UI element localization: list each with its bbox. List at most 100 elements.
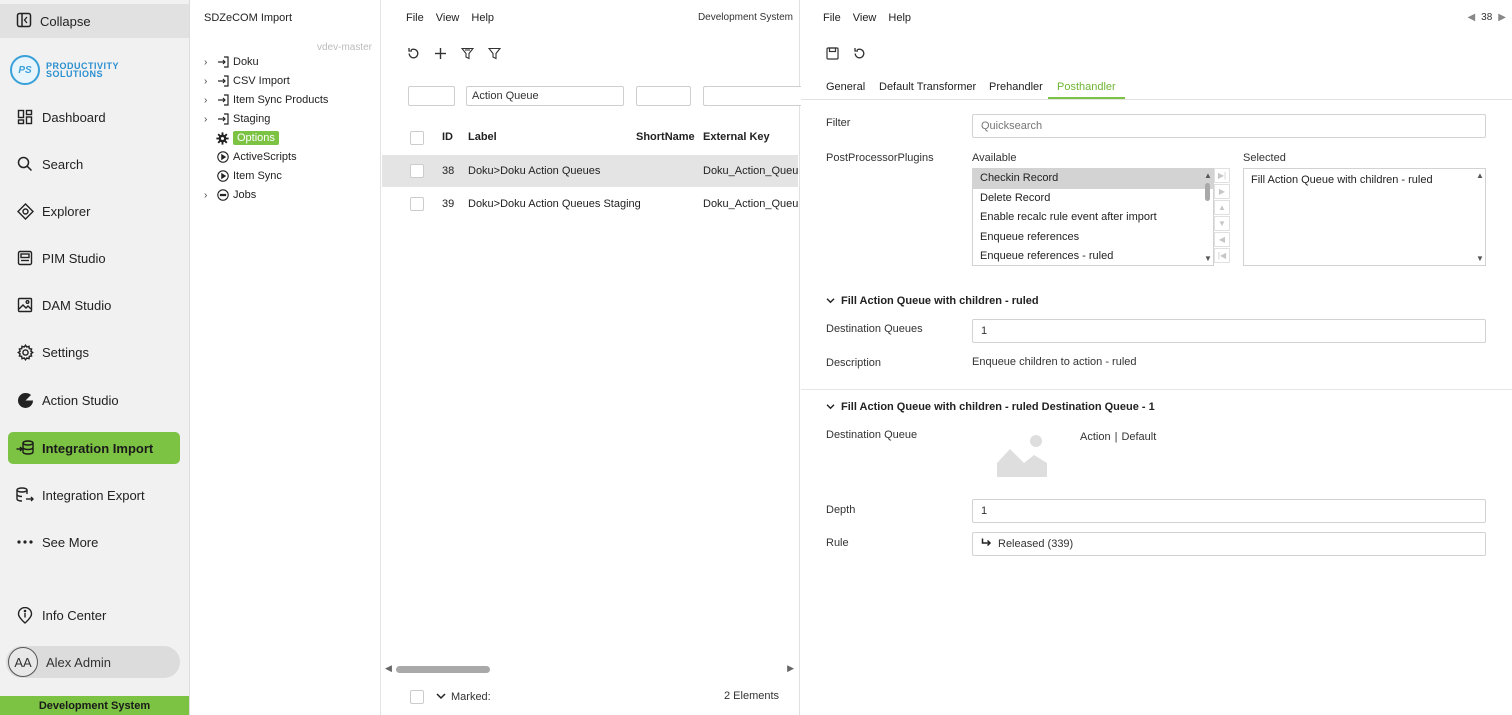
- next-record-icon[interactable]: ▶: [1498, 12, 1506, 23]
- tree-node-staging[interactable]: › Staging: [204, 111, 270, 127]
- nav-search[interactable]: Search: [8, 148, 180, 180]
- tree-node-options[interactable]: Options: [216, 130, 279, 146]
- import-node-icon: [216, 113, 229, 126]
- menu-help[interactable]: Help: [471, 12, 494, 24]
- user-menu[interactable]: AA Alex Admin: [6, 646, 180, 678]
- scrollbar-thumb[interactable]: [1205, 183, 1210, 201]
- collapse-button[interactable]: Collapse: [0, 4, 189, 38]
- list-item[interactable]: Enable recalc rule event after import: [973, 208, 1213, 228]
- nav-integration-export[interactable]: Integration Export: [8, 479, 180, 511]
- column-label[interactable]: Label: [468, 131, 497, 143]
- chevron-right-icon[interactable]: ›: [204, 190, 212, 201]
- move-right-icon[interactable]: ▶: [1214, 184, 1230, 199]
- depth-input[interactable]: 1: [972, 499, 1486, 523]
- filter-external-key-input[interactable]: [703, 86, 803, 106]
- collapse-label: Collapse: [40, 13, 91, 29]
- scrollbar-thumb[interactable]: [396, 666, 490, 673]
- list-item[interactable]: Delete Record: [973, 189, 1213, 209]
- refresh-button[interactable]: [852, 46, 867, 61]
- chevron-down-icon[interactable]: [436, 691, 446, 703]
- table-row[interactable]: 38 Doku>Doku Action Queues Doku_Action_Q…: [382, 155, 798, 187]
- move-up-icon[interactable]: ▲: [1214, 200, 1230, 215]
- tree-node-activescripts[interactable]: ActiveScripts: [216, 149, 297, 165]
- column-shortname[interactable]: ShortName: [636, 131, 695, 143]
- tree-node-item-sync-products[interactable]: › Item Sync Products: [204, 92, 328, 108]
- action-studio-icon: [16, 391, 34, 409]
- scroll-up-icon[interactable]: ▲: [1204, 171, 1212, 180]
- destination-queue-value[interactable]: Action | Default: [1080, 431, 1156, 443]
- chevron-right-icon[interactable]: ›: [204, 76, 212, 87]
- row-checkbox[interactable]: [410, 197, 424, 211]
- menu-file[interactable]: File: [823, 12, 841, 24]
- list-item[interactable]: Enqueue references - ruled: [973, 247, 1213, 265]
- list-item[interactable]: Fill Action Queue with children - ruled: [1244, 169, 1485, 189]
- chevron-right-icon[interactable]: ›: [204, 95, 212, 106]
- marked-checkbox[interactable]: [410, 690, 424, 704]
- menu-file[interactable]: File: [406, 12, 424, 24]
- nav-settings[interactable]: Settings: [8, 336, 180, 368]
- nav-pim-studio[interactable]: PIM Studio: [8, 242, 180, 274]
- section-title: Fill Action Queue with children - ruled …: [841, 401, 1155, 413]
- refresh-button[interactable]: [406, 46, 421, 61]
- quicksearch-input[interactable]: Quicksearch: [972, 114, 1486, 138]
- tab-prehandler[interactable]: Prehandler: [989, 81, 1043, 93]
- scroll-down-icon[interactable]: ▼: [1476, 254, 1484, 263]
- previous-record-icon[interactable]: ◀: [1467, 12, 1475, 23]
- row-checkbox[interactable]: [410, 164, 424, 178]
- scroll-up-icon[interactable]: ▲: [1476, 171, 1484, 180]
- nav-explorer[interactable]: Explorer: [8, 195, 180, 227]
- tab-general[interactable]: General: [826, 81, 865, 93]
- nav-action-studio[interactable]: Action Studio: [8, 384, 180, 416]
- select-all-checkbox[interactable]: [410, 131, 424, 145]
- tree-node-jobs[interactable]: › Jobs: [204, 187, 256, 203]
- scroll-down-icon[interactable]: ▼: [1204, 254, 1212, 263]
- column-id[interactable]: ID: [442, 131, 453, 143]
- nav-integration-import[interactable]: Integration Import: [8, 432, 180, 464]
- move-first-icon[interactable]: ▶|: [1214, 168, 1230, 183]
- chevron-right-icon[interactable]: ›: [204, 114, 212, 125]
- destination-queues-input[interactable]: 1: [972, 319, 1486, 343]
- move-left-icon[interactable]: ◀: [1214, 232, 1230, 247]
- nav-see-more[interactable]: See More: [8, 526, 180, 558]
- jobs-icon: [216, 189, 229, 202]
- tree-node-csv-import[interactable]: › CSV Import: [204, 73, 290, 89]
- tree-node-doku[interactable]: › Doku: [204, 54, 259, 70]
- scroll-left-icon[interactable]: ◀: [385, 663, 392, 674]
- section-header-destination-queue[interactable]: Fill Action Queue with children - ruled …: [826, 401, 1155, 413]
- available-plugins-list[interactable]: Checkin Record Delete Record Enable reca…: [972, 168, 1214, 266]
- tab-posthandler[interactable]: Posthandler: [1048, 81, 1125, 99]
- column-external-key[interactable]: External Key: [703, 131, 770, 143]
- nav-label: DAM Studio: [42, 297, 112, 313]
- move-last-icon[interactable]: |◀: [1214, 248, 1230, 263]
- filter-clear-button[interactable]: [460, 46, 475, 61]
- tab-default-transformer[interactable]: Default Transformer: [879, 81, 976, 93]
- tree-node-item-sync[interactable]: Item Sync: [216, 168, 282, 184]
- selected-plugins-list[interactable]: Fill Action Queue with children - ruled …: [1243, 168, 1486, 266]
- scroll-right-icon[interactable]: ▶: [787, 663, 794, 674]
- nav-info-center[interactable]: Info Center: [8, 599, 180, 631]
- vertical-scrollbar[interactable]: ▲ ▼: [1202, 169, 1213, 265]
- table-row[interactable]: 39 Doku>Doku Action Queues Staging Doku_…: [382, 188, 798, 220]
- move-down-icon[interactable]: ▼: [1214, 216, 1230, 231]
- vertical-scrollbar[interactable]: ▲ ▼: [1474, 169, 1485, 265]
- add-button[interactable]: [433, 46, 448, 61]
- list-item[interactable]: Enqueue references: [973, 228, 1213, 248]
- menu-view[interactable]: View: [436, 12, 460, 24]
- nav-dashboard[interactable]: Dashboard: [8, 101, 180, 133]
- list-footer: Marked: 2 Elements: [382, 690, 798, 706]
- filter-id-input[interactable]: [408, 86, 455, 106]
- destination-queues-label: Destination Queues: [826, 323, 923, 335]
- menu-view[interactable]: View: [853, 12, 877, 24]
- filter-label-input[interactable]: Action Queue: [466, 86, 624, 106]
- rule-field[interactable]: Released (339): [972, 532, 1486, 556]
- horizontal-scrollbar[interactable]: ◀ ▶: [382, 662, 798, 676]
- filter-shortname-input[interactable]: [636, 86, 691, 106]
- filter-button[interactable]: [487, 46, 502, 61]
- list-item[interactable]: Checkin Record: [973, 169, 1213, 189]
- chevron-right-icon[interactable]: ›: [204, 57, 212, 68]
- nav-dam-studio[interactable]: DAM Studio: [8, 289, 180, 321]
- section-divider: [801, 389, 1512, 390]
- menu-help[interactable]: Help: [888, 12, 911, 24]
- section-header-plugin[interactable]: Fill Action Queue with children - ruled: [826, 295, 1039, 307]
- save-button[interactable]: [825, 46, 840, 61]
